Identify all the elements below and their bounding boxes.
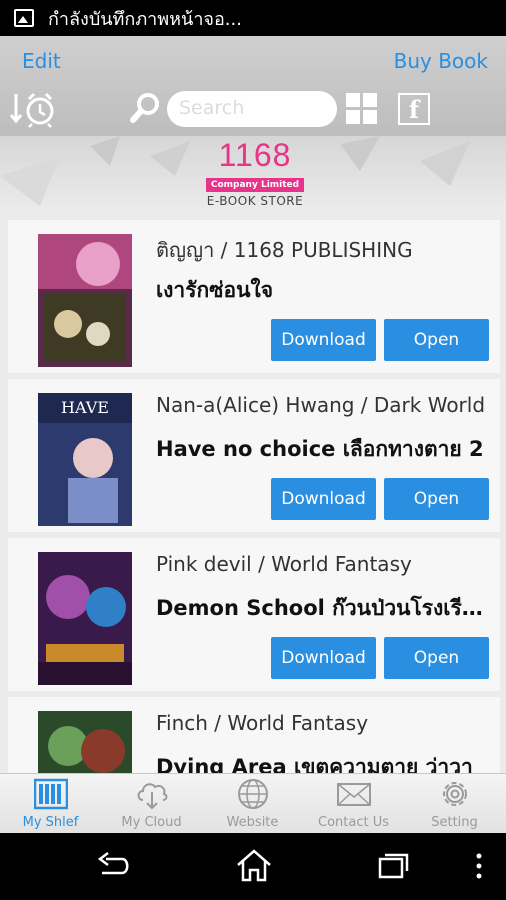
open-button[interactable]: Open [384,319,489,361]
sort-alarm-icon[interactable] [10,90,56,128]
book-author-publisher: Nan-a(Alice) Hwang / Dark World [156,393,486,417]
logo-store-text: E-BOOK STORE [206,194,304,208]
download-button[interactable]: Download [271,319,376,361]
svg-text:HAVE: HAVE [61,398,109,417]
recent-apps-icon[interactable] [376,851,412,881]
store-logo: 1168 Company Limited E-BOOK STORE [200,138,310,208]
tab-contact-us[interactable]: Contact Us [303,774,404,834]
open-button[interactable]: Open [384,478,489,520]
shelf-icon [34,778,68,810]
status-bar: กำลังบันทึกภาพหน้าจอ... [0,0,506,36]
globe-icon [238,779,268,809]
book-cover-image: HAVE [38,393,132,526]
book-cover-image [38,552,132,685]
open-button[interactable]: Open [384,637,489,679]
facebook-icon[interactable]: f [398,93,430,125]
book-card[interactable]: HAVE Nan-a(Alice) Hwang / Dark World Hav… [8,379,500,532]
bottom-tab-bar: My Shlef My Cloud Website Contact Us Set… [0,773,506,833]
toolbar-row: Search f [0,90,506,128]
gear-icon [443,782,467,806]
book-card[interactable]: ติญญา / 1168 PUBLISHING เงารักซ่อนใจ Dow… [8,220,500,373]
buy-book-button[interactable]: Buy Book [394,49,488,73]
back-icon[interactable] [96,851,132,881]
book-cover-image [38,711,132,773]
book-author-publisher: ติญญา / 1168 PUBLISHING [156,238,413,262]
book-cover-image [38,234,132,367]
tab-label: Website [226,815,279,830]
tab-label: Setting [431,815,478,830]
tab-my-cloud[interactable]: My Cloud [101,774,202,834]
tab-website[interactable]: Website [202,774,303,834]
book-card[interactable]: Pink devil / World Fantasy Demon School … [8,538,500,691]
home-icon[interactable] [234,847,274,883]
envelope-icon [337,783,371,806]
top-toolbar: Edit Buy Book Search f [0,36,506,136]
book-author-publisher: Finch / World Fantasy [156,711,369,735]
cloud-download-icon [137,783,168,810]
overflow-menu-icon[interactable] [474,851,484,881]
tab-my-shelf[interactable]: My Shlef [0,774,101,834]
book-title: เงารักซ่อนใจ [156,278,273,302]
book-author-publisher: Pink devil / World Fantasy [156,552,412,576]
book-list[interactable]: ติญญา / 1168 PUBLISHING เงารักซ่อนใจ Dow… [8,220,500,773]
edit-button[interactable]: Edit [22,49,61,73]
tab-label: My Shlef [22,815,79,830]
search-input[interactable]: Search [167,91,337,127]
search-icon[interactable] [130,92,160,124]
logo-number: 1168 [218,137,292,173]
logo-tag: Company Limited [205,178,305,192]
download-button[interactable]: Download [271,637,376,679]
download-button[interactable]: Download [271,478,376,520]
grid-view-icon[interactable] [346,93,378,125]
tab-label: Contact Us [318,815,389,830]
book-title: Have no choice เลือกทางตาย 2 [156,437,484,461]
store-logo-band: 1168 Company Limited E-BOOK STORE [0,136,506,214]
status-bar-title: กำลังบันทึกภาพหน้าจอ... [48,8,242,30]
tab-setting[interactable]: Setting [404,774,505,834]
system-nav-bar [0,833,506,900]
book-title: Demon School ก๊วนป่วนโรงเรียนปีศาจ [156,596,490,620]
book-card[interactable]: Finch / World Fantasy Dying Area เขตความ… [8,697,500,773]
book-title: Dying Area เขตความตาย ว่าวา [156,755,473,773]
screenshot-notification-icon [14,9,34,27]
app-screen: กำลังบันทึกภาพหน้าจอ... Edit Buy Book Se… [0,0,506,900]
tab-label: My Cloud [121,815,182,830]
